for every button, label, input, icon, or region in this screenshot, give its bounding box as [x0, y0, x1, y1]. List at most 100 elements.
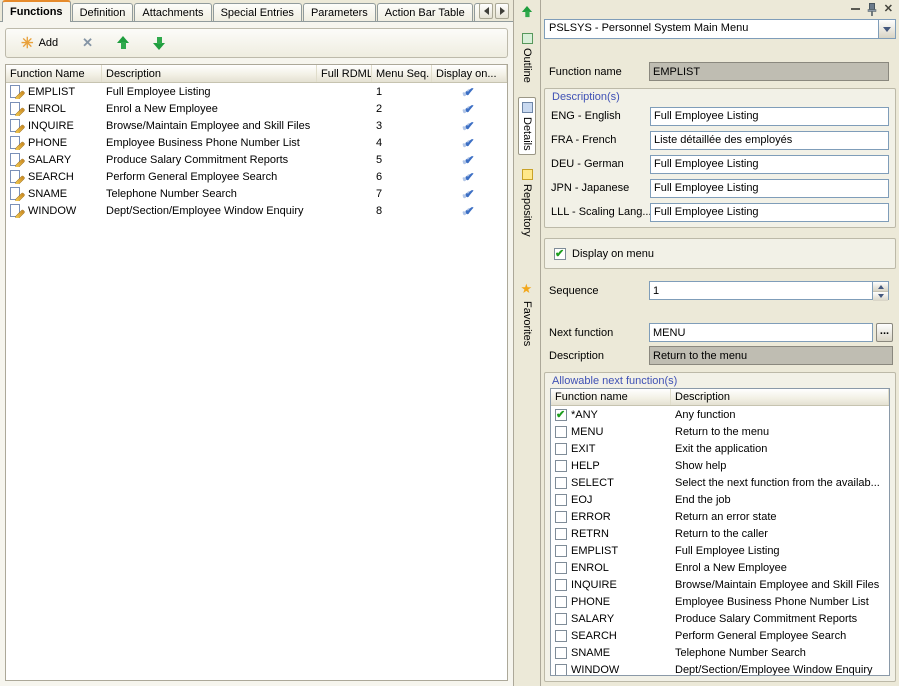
table-row[interactable]: INQUIRE Browse/Maintain Employee and Ski…: [6, 117, 507, 134]
function-document-icon: [10, 102, 24, 116]
allowable-row[interactable]: EOJ End the job: [551, 491, 889, 508]
allowable-checkbox[interactable]: [555, 630, 567, 642]
allowable-row[interactable]: ENROL Enrol a New Employee: [551, 559, 889, 576]
allowable-checkbox[interactable]: [555, 477, 567, 489]
tab[interactable]: Action Bar Table: [377, 3, 473, 22]
allowable-checkbox[interactable]: [555, 443, 567, 455]
allowable-checkbox[interactable]: [555, 613, 567, 625]
allowable-checkbox[interactable]: [555, 664, 567, 676]
function-description-cell: Employee Business Phone Number List: [102, 137, 317, 149]
allowable-checkbox[interactable]: [555, 426, 567, 438]
allowable-checkbox[interactable]: [555, 528, 567, 540]
allowable-row[interactable]: PHONE Employee Business Phone Number Lis…: [551, 593, 889, 610]
allowable-name-cell: MENU: [551, 426, 671, 438]
allowable-checkbox[interactable]: [555, 647, 567, 659]
column-header-full-rdmlx[interactable]: Full RDMLX: [317, 65, 372, 82]
collapse-button[interactable]: [521, 5, 533, 22]
sequence-input[interactable]: [650, 282, 872, 299]
allowable-row[interactable]: EMPLIST Full Employee Listing: [551, 542, 889, 559]
allowable-row[interactable]: HELP Show help: [551, 457, 889, 474]
table-row[interactable]: WINDOW Dept/Section/Employee Window Enqu…: [6, 202, 507, 219]
tab[interactable]: Definition: [72, 3, 134, 22]
details-panel-header: ✕: [541, 0, 899, 18]
allowable-checkbox[interactable]: [555, 562, 567, 574]
allowable-checkbox[interactable]: [555, 494, 567, 506]
allowable-checkbox[interactable]: [555, 409, 567, 421]
allowable-checkbox[interactable]: [555, 511, 567, 523]
side-tab[interactable]: Repository: [518, 164, 536, 242]
table-row[interactable]: SALARY Produce Salary Commitment Reports…: [6, 151, 507, 168]
side-tab-strip: Outline Details Repository Favorites: [513, 0, 540, 686]
move-up-button[interactable]: [112, 32, 134, 54]
add-button[interactable]: ✳ Add: [16, 32, 63, 54]
column-header-display-on[interactable]: Display on...: [432, 65, 507, 82]
description-input[interactable]: [650, 155, 889, 174]
side-tab[interactable]: Outline: [518, 28, 536, 88]
functions-table-body: EMPLIST Full Employee Listing 1 ✔ E: [6, 83, 507, 680]
table-row[interactable]: ENROL Enrol a New Employee 2 ✔: [6, 100, 507, 117]
function-selector-combo[interactable]: PSLSYS - Personnel System Main Menu: [544, 19, 896, 39]
combo-dropdown-button[interactable]: [878, 20, 895, 38]
close-icon[interactable]: ✕: [884, 4, 893, 15]
function-name-cell: ENROL: [6, 102, 102, 116]
tab[interactable]: Functions: [2, 0, 71, 22]
allowable-row[interactable]: ERROR Return an error state: [551, 508, 889, 525]
column-header-menu-seq[interactable]: Menu Seq.: [372, 65, 432, 82]
allowable-row[interactable]: SELECT Select the next function from the…: [551, 474, 889, 491]
allowable-row[interactable]: RETRN Return to the caller: [551, 525, 889, 542]
allowable-row[interactable]: WINDOW Dept/Section/Employee Window Enqu…: [551, 661, 889, 676]
allowable-row[interactable]: INQUIRE Browse/Maintain Employee and Ski…: [551, 576, 889, 593]
spin-up-button[interactable]: [873, 282, 888, 292]
column-header-description[interactable]: Description: [102, 65, 317, 82]
chevron-down-icon: [883, 27, 891, 36]
description-input[interactable]: [650, 203, 889, 222]
move-down-button[interactable]: [148, 32, 170, 54]
allowable-name-cell: *ANY: [551, 409, 671, 421]
tab[interactable]: Attachments: [134, 3, 211, 22]
allowable-name-cell: WINDOW: [551, 664, 671, 676]
table-row[interactable]: EMPLIST Full Employee Listing 1 ✔: [6, 83, 507, 100]
allowable-row[interactable]: SEARCH Perform General Employee Search: [551, 627, 889, 644]
delete-button[interactable]: ✕: [77, 32, 98, 54]
minimize-icon[interactable]: [851, 8, 860, 10]
allowable-column-description[interactable]: Description: [671, 389, 889, 405]
allowable-description-cell: Return an error state: [671, 511, 889, 523]
allowable-row[interactable]: SNAME Telephone Number Search: [551, 644, 889, 661]
tab-scroll-left-button[interactable]: [479, 3, 493, 19]
function-description-cell: Perform General Employee Search: [102, 171, 317, 183]
tab-scroll-right-button[interactable]: [495, 3, 509, 19]
allowable-checkbox[interactable]: [555, 545, 567, 557]
table-row[interactable]: PHONE Employee Business Phone Number Lis…: [6, 134, 507, 151]
allowable-checkbox[interactable]: [555, 596, 567, 608]
browse-button[interactable]: ...: [876, 323, 893, 342]
side-tab[interactable]: Details: [518, 97, 536, 156]
allowable-checkbox[interactable]: [555, 579, 567, 591]
column-header-function-name[interactable]: Function Name: [6, 65, 102, 82]
next-description-label: Description: [549, 350, 604, 362]
function-description-cell: Produce Salary Commitment Reports: [102, 154, 317, 166]
allowable-checkbox[interactable]: [555, 460, 567, 472]
spin-down-button[interactable]: [873, 292, 888, 301]
tab[interactable]: Special Entries: [213, 3, 302, 22]
allowable-row[interactable]: MENU Return to the menu: [551, 423, 889, 440]
display-on-menu-checkbox[interactable]: [554, 248, 566, 260]
function-document-icon: [10, 119, 24, 133]
table-row[interactable]: SNAME Telephone Number Search 7 ✔: [6, 185, 507, 202]
allowable-row[interactable]: *ANY Any function: [551, 406, 889, 423]
tab[interactable]: Parameters: [303, 3, 376, 22]
add-star-icon: ✳: [21, 36, 34, 51]
tab-scroll-controls: [479, 3, 509, 19]
allowable-name-cell: SALARY: [551, 613, 671, 625]
next-function-field[interactable]: [649, 323, 873, 342]
description-input[interactable]: [650, 107, 889, 126]
allowable-row[interactable]: EXIT Exit the application: [551, 440, 889, 457]
allowable-row[interactable]: SALARY Produce Salary Commitment Reports: [551, 610, 889, 627]
pin-icon[interactable]: [867, 3, 877, 16]
description-input[interactable]: [650, 131, 889, 150]
table-row[interactable]: SEARCH Perform General Employee Search 6…: [6, 168, 507, 185]
menu-seq-cell: 3: [372, 120, 432, 132]
side-tab[interactable]: Favorites: [518, 279, 537, 351]
allowable-description-cell: Full Employee Listing: [671, 545, 889, 557]
description-input[interactable]: [650, 179, 889, 198]
allowable-column-function-name[interactable]: Function name: [551, 389, 671, 405]
